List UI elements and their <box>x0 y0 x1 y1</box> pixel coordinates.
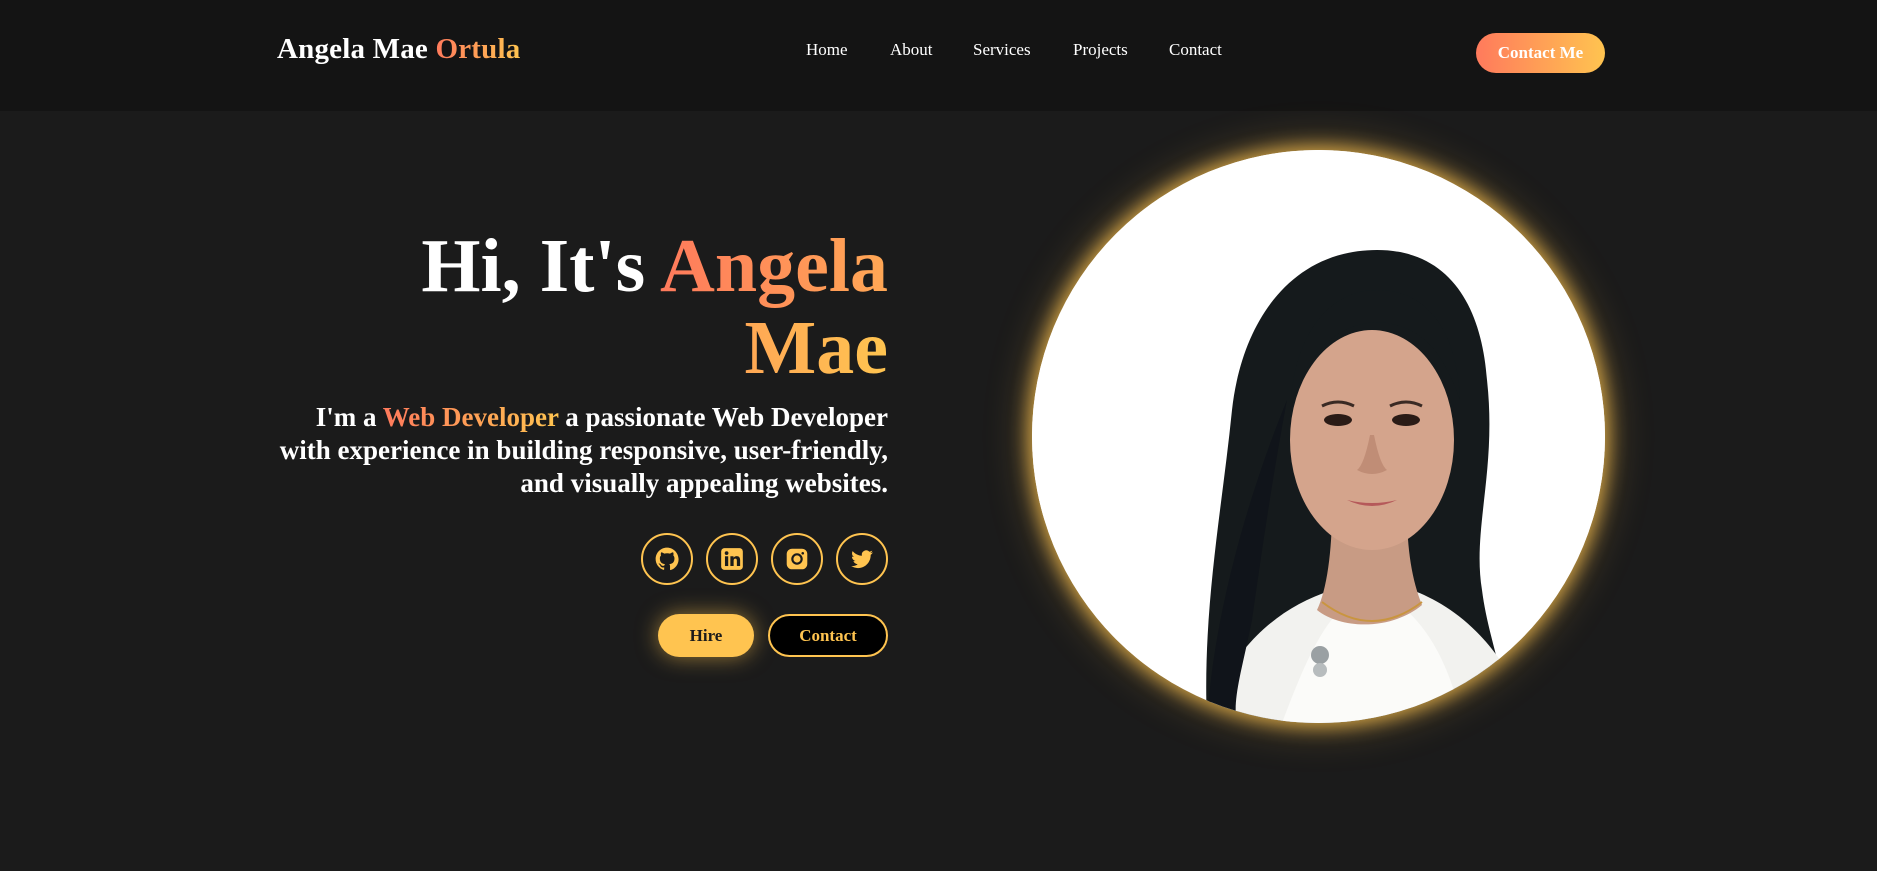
contact-me-button[interactable]: Contact Me <box>1476 33 1605 73</box>
hero-sub-prefix: I'm a <box>315 402 383 432</box>
instagram-link[interactable] <box>771 533 823 585</box>
nav-link-contact[interactable]: Contact <box>1169 40 1222 60</box>
github-link[interactable] <box>641 533 693 585</box>
social-links <box>641 533 888 585</box>
linkedin-icon <box>721 548 743 570</box>
hero-sub-role: Web Developer <box>382 402 559 432</box>
hero-title-name: Angela Mae <box>660 224 888 390</box>
github-icon <box>655 547 679 571</box>
site-header: Angela Mae Ortula Home About Services Pr… <box>0 0 1877 111</box>
twitter-link[interactable] <box>836 533 888 585</box>
profile-photo <box>1032 150 1605 723</box>
hero-subtitle: I'm a Web Developer a passionate Web Dev… <box>270 401 888 500</box>
hire-button[interactable]: Hire <box>658 614 754 657</box>
twitter-icon <box>851 550 873 569</box>
nav-link-about[interactable]: About <box>890 40 933 60</box>
hero-title: Hi, It's Angela Mae <box>270 225 888 389</box>
instagram-icon <box>786 548 808 570</box>
nav-link-services[interactable]: Services <box>973 40 1031 60</box>
hero-intro: Hi, It's Angela Mae I'm a Web Developer … <box>270 225 888 500</box>
hero-actions: Hire Contact <box>658 614 888 657</box>
contact-button[interactable]: Contact <box>768 614 888 657</box>
nav-link-projects[interactable]: Projects <box>1073 40 1128 60</box>
portrait-illustration <box>1032 150 1605 723</box>
hero-title-prefix: Hi, It's <box>421 224 660 308</box>
site-logo[interactable]: Angela Mae Ortula <box>277 33 520 66</box>
logo-last-name: Ortula <box>435 33 521 65</box>
logo-first-name: Angela Mae <box>277 33 436 65</box>
linkedin-link[interactable] <box>706 533 758 585</box>
nav-link-home[interactable]: Home <box>806 40 848 60</box>
